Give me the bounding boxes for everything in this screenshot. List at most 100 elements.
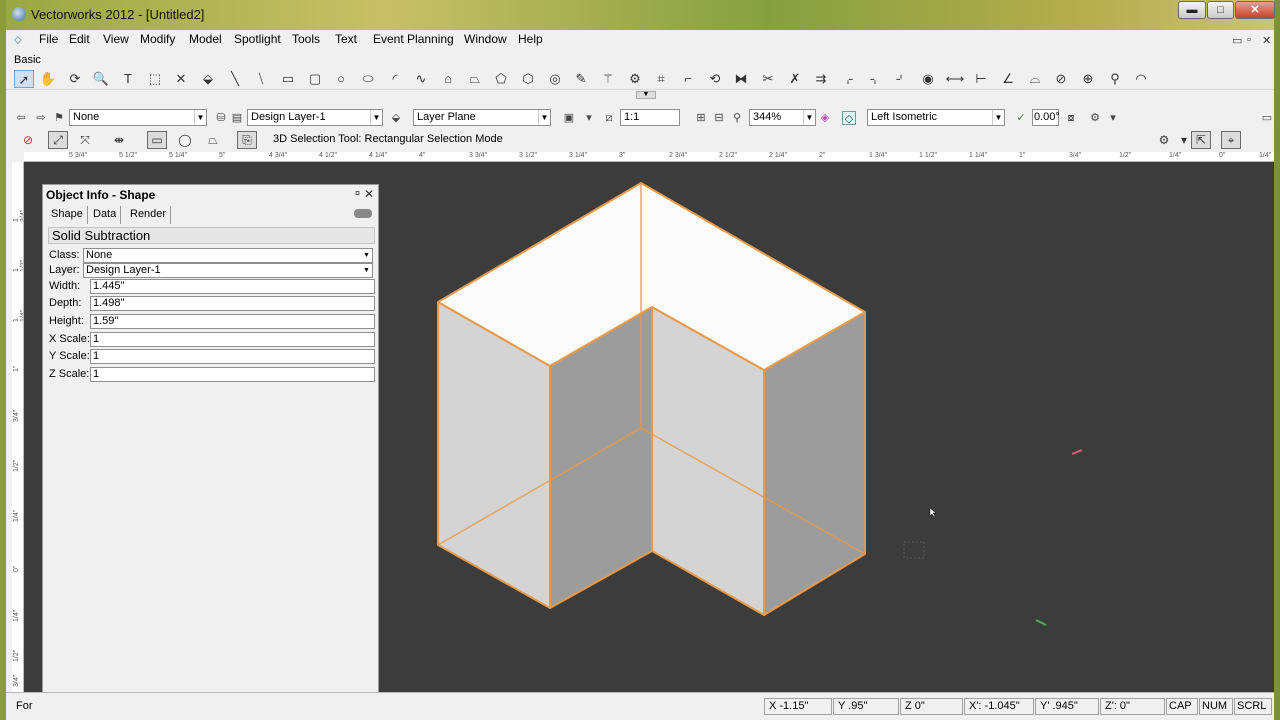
x-prime-field[interactable]: X': -1.045" — [964, 698, 1034, 715]
mirror-axis-tool-icon[interactable]: ⧓ — [731, 70, 751, 88]
oval-tool-icon[interactable]: ⬭ — [358, 70, 378, 88]
tab-render[interactable]: Render — [126, 206, 172, 224]
palette-menu-icon[interactable] — [354, 209, 372, 218]
layer-icon[interactable]: ⛁ — [214, 111, 228, 125]
viewbar-overflow-icon[interactable]: ▭ — [1260, 111, 1274, 125]
dimension-tool-icon[interactable]: ⟷ — [945, 70, 965, 88]
callout-tool-icon[interactable]: ⬚ — [145, 70, 165, 88]
protractor-tool-icon[interactable]: ◠ — [1131, 70, 1151, 88]
menu-text[interactable]: Text — [335, 32, 357, 46]
zoom-icon[interactable]: ⚲ — [730, 111, 744, 125]
scale-icon[interactable]: ⧄ — [602, 111, 616, 125]
spiral-tool-icon[interactable]: ◎ — [545, 70, 565, 88]
render-mode-icon[interactable]: ◈ — [818, 111, 832, 125]
circle-tool-icon[interactable]: ○ — [331, 70, 351, 88]
minimize-button[interactable]: ▬ — [1178, 1, 1206, 19]
projection-icon[interactable]: ◇ — [842, 111, 856, 125]
active-class-dropdown[interactable]: None ▼ — [69, 109, 207, 126]
smart-cursor-icon[interactable]: ⇱ — [1191, 131, 1211, 149]
menu-event-planning[interactable]: Event Planning — [373, 32, 454, 46]
y-scale-field[interactable]: 1 — [90, 349, 375, 364]
y-prime-field[interactable]: Y' .945" — [1035, 698, 1099, 715]
close-button[interactable]: ✕ — [1235, 1, 1275, 19]
rounded-rectangle-tool-icon[interactable]: ▢ — [305, 70, 325, 88]
forward-icon[interactable]: ⇨ — [34, 111, 48, 125]
view-options-dropdown-icon[interactable]: ▾ — [1106, 111, 1120, 125]
sheet-icon[interactable]: ▣ — [562, 111, 576, 125]
flyover-tool-icon[interactable]: ⟳ — [65, 70, 85, 88]
arc-tool-icon[interactable]: ◜ — [385, 70, 405, 88]
plane-icon[interactable]: ⬙ — [389, 111, 403, 125]
multiple-reshape-icon[interactable]: ⤧ — [75, 131, 95, 149]
locus-tool-icon[interactable]: ✕ — [171, 70, 191, 88]
line-tool-icon[interactable]: ╲ — [225, 70, 245, 88]
constrained-dimension-tool-icon[interactable]: ⊢ — [971, 70, 991, 88]
view-dropdown[interactable]: Left Isometric ▼ — [867, 109, 1005, 126]
zoom-field[interactable]: 344% ▼ — [749, 109, 816, 126]
pan-tool-icon[interactable]: ✋ — [38, 70, 58, 88]
tool-preferences-icon[interactable]: ⎘ — [237, 131, 257, 149]
disable-interactive-scaling-icon[interactable]: ⊘ — [18, 131, 38, 149]
class-icon[interactable]: ⚑ — [52, 111, 66, 125]
rectangular-selection-mode-icon[interactable]: ▭ — [147, 131, 167, 149]
polyline-tool-icon[interactable]: ⌂ — [438, 70, 458, 88]
snap-to-object-icon[interactable]: ⌖ — [1221, 131, 1241, 149]
class-dropdown[interactable]: None ▼ — [83, 248, 373, 263]
fillet-tool-icon[interactable]: ⌐ — [678, 70, 698, 88]
angle-dimension-tool-icon[interactable]: ∠ — [998, 70, 1018, 88]
active-layer-dropdown[interactable]: Design Layer-1 ▼ — [247, 109, 383, 126]
clip-tool-icon[interactable]: ⌍ — [865, 70, 885, 88]
split-tool-icon[interactable]: ✂ — [758, 70, 778, 88]
depth-field[interactable]: 1.498" — [90, 296, 375, 311]
z-scale-field[interactable]: 1 — [90, 367, 375, 382]
doc-close-button[interactable]: ✕ — [1262, 34, 1271, 47]
attribute-mapping-tool-icon[interactable]: ⚙ — [625, 70, 645, 88]
menu-window[interactable]: Window — [464, 32, 507, 46]
unified-view-icon[interactable]: ⚙ — [1088, 111, 1102, 125]
rectangle-tool-icon[interactable]: ▭ — [278, 70, 298, 88]
symbol-insertion-tool-icon[interactable]: ⊕ — [1078, 70, 1098, 88]
reshape-tool-icon[interactable]: ⌗ — [651, 70, 671, 88]
menu-file[interactable]: File — [39, 32, 58, 46]
plane-dropdown[interactable]: Layer Plane ▼ — [413, 109, 551, 126]
x-coordinate-field[interactable]: X -1.15" — [764, 698, 832, 715]
rotate-tool-icon[interactable]: ⟲ — [705, 70, 725, 88]
menu-model[interactable]: Model — [189, 32, 222, 46]
eyedropper-tool-icon[interactable]: ✎ — [571, 70, 591, 88]
double-line-tool-icon[interactable]: ⧹ — [251, 70, 271, 88]
doc-minimize-button[interactable]: ▭ — [1232, 34, 1242, 47]
interactive-scaling-icon[interactable]: ⤢ — [48, 131, 68, 149]
text-tool-icon[interactable]: T — [118, 70, 138, 88]
visualization-tool-icon[interactable]: ◉ — [918, 70, 938, 88]
chamfer-tool-icon[interactable]: ⌌ — [838, 70, 858, 88]
back-icon[interactable]: ⇦ — [14, 111, 28, 125]
saved-view-icon[interactable]: ⧇ — [1064, 111, 1078, 125]
selection-tool-icon[interactable]: ➚ — [14, 70, 34, 88]
width-field[interactable]: 1.445" — [90, 279, 375, 294]
menu-spotlight[interactable]: Spotlight — [234, 32, 281, 46]
menu-help[interactable]: Help — [518, 32, 543, 46]
height-field[interactable]: 1.59" — [90, 314, 375, 329]
polygon-selection-mode-icon[interactable]: ⏢ — [203, 131, 223, 149]
close-icon[interactable]: ✕ — [364, 187, 374, 201]
tab-data[interactable]: Data — [89, 206, 122, 224]
double-polygon-tool-icon[interactable]: ⬡ — [518, 70, 538, 88]
rotate-plan-icon[interactable]: ✓ — [1014, 111, 1028, 125]
lock-mode-icon[interactable]: ⇼ — [109, 131, 129, 149]
offset-tool-icon[interactable]: ⇉ — [811, 70, 831, 88]
zoom-tool-icon[interactable]: 🔍 — [91, 70, 111, 88]
snap-settings-icon[interactable]: ⚙ — [1154, 131, 1174, 149]
freehand-tool-icon[interactable]: ∿ — [411, 70, 431, 88]
layer-dropdown[interactable]: Design Layer-1 ▼ — [83, 263, 373, 278]
mirror-tool-icon[interactable]: ⚚ — [598, 70, 618, 88]
lasso-selection-mode-icon[interactable]: ◯ — [175, 131, 195, 149]
sheet-dropdown-icon[interactable]: ▾ — [582, 111, 596, 125]
plan-angle-field[interactable]: 0.00° — [1032, 109, 1060, 126]
pin-icon[interactable]: ¤ — [355, 188, 360, 198]
collapse-palette-button[interactable]: ▼ — [636, 91, 656, 99]
fit-to-objects-icon[interactable]: ⊞ — [694, 111, 708, 125]
tab-shape[interactable]: Shape — [47, 206, 88, 224]
doc-restore-button[interactable]: ▫ — [1247, 34, 1251, 46]
polygon-tool-icon[interactable]: ⏢ — [465, 70, 485, 88]
trim-tool-icon[interactable]: ✗ — [785, 70, 805, 88]
